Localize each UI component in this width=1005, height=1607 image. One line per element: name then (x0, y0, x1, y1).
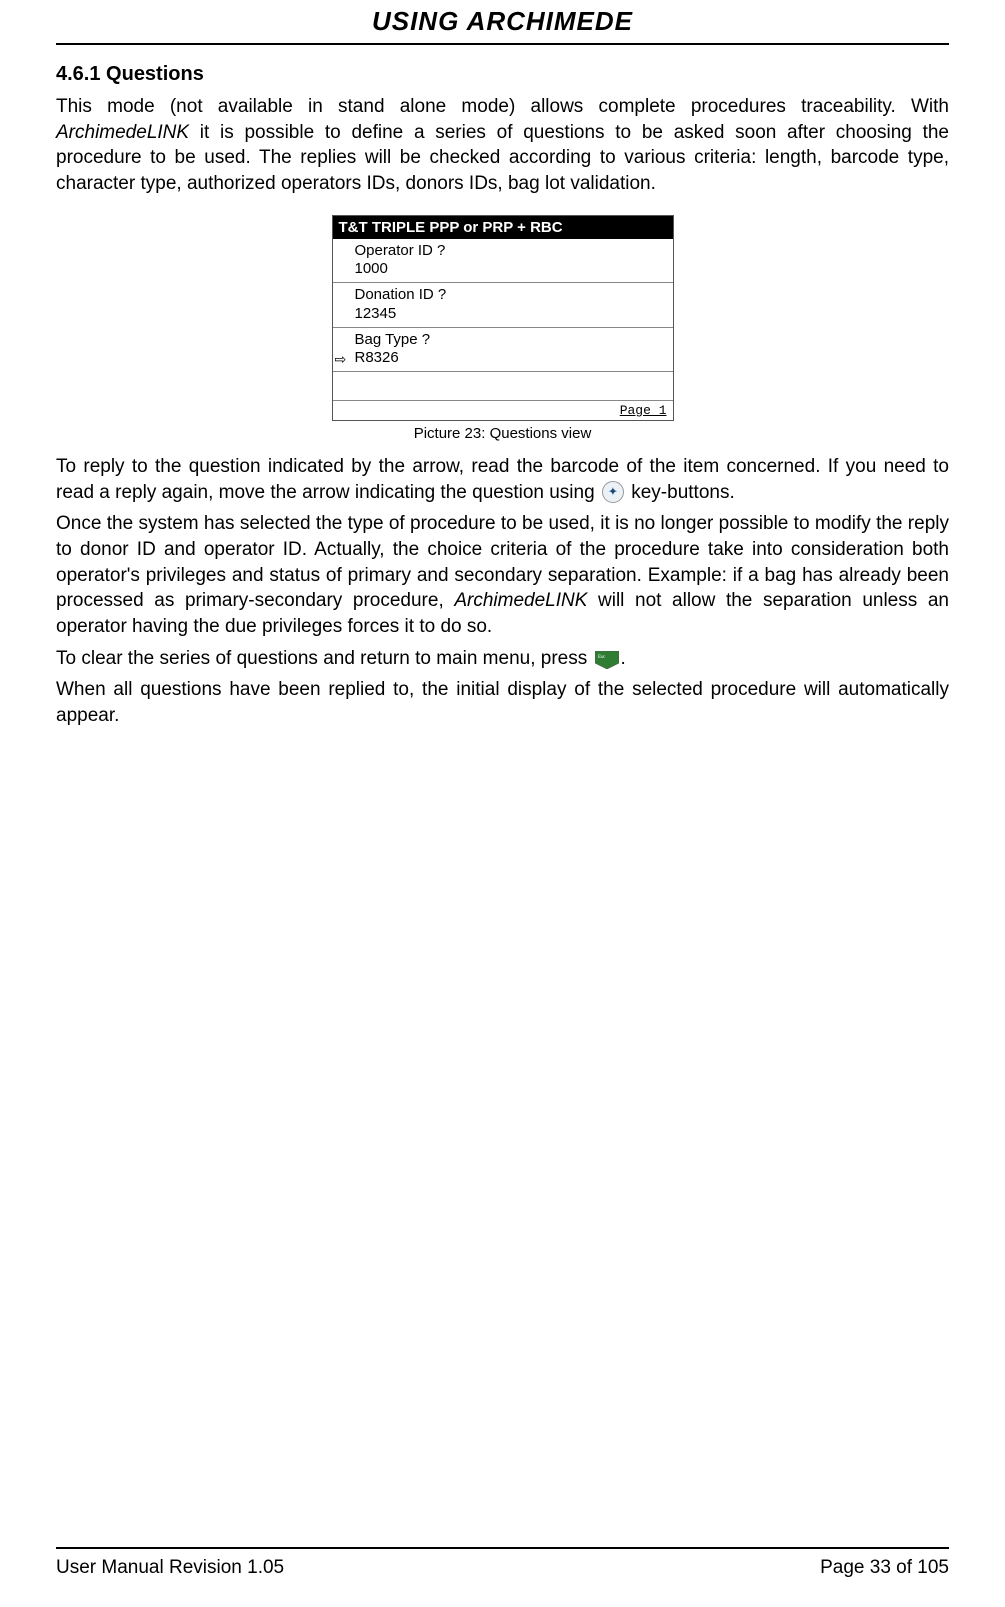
paragraph: Once the system has selected the type of… (56, 511, 949, 639)
paragraph: To clear the series of questions and ret… (56, 646, 949, 672)
qv-row-bagtype: Bag Type ? ⇨ R8326 (333, 328, 673, 372)
figure-caption: Picture 23: Questions view (56, 425, 949, 442)
text: . (621, 648, 626, 669)
text: To clear the series of questions and ret… (56, 648, 593, 669)
qv-titlebar: T&T TRIPLE PPP or PRP + RBC (333, 216, 673, 239)
text: it is possible to define a series of que… (56, 122, 949, 194)
divider (56, 1547, 949, 1549)
qv-row-operator: Operator ID ? 1000 (333, 239, 673, 284)
qv-question: Operator ID ? (355, 242, 446, 259)
qv-question: Donation ID ? (355, 286, 447, 303)
text: key-buttons. (626, 482, 735, 503)
qv-answer: 1000 (355, 260, 388, 277)
qv-blank-area (333, 371, 673, 400)
qv-answer: R8326 (355, 349, 399, 366)
footer-page-number: Page 33 of 105 (820, 1557, 949, 1579)
qv-answer: 12345 (355, 305, 397, 322)
divider (56, 43, 949, 45)
text: To reply to the question indicated by th… (56, 456, 949, 503)
product-name: ArchimedeLINK (56, 122, 189, 143)
page-footer: User Manual Revision 1.05 Page 33 of 105 (56, 1538, 949, 1580)
footer-revision: User Manual Revision 1.05 (56, 1557, 284, 1579)
figure-questions-view: T&T TRIPLE PPP or PRP + RBC Operator ID … (56, 215, 949, 422)
paragraph: This mode (not available in stand alone … (56, 94, 949, 197)
qv-row-donation: Donation ID ? 12345 (333, 283, 673, 328)
arrow-right-icon: ⇨ (335, 351, 347, 369)
paragraph: When all questions have been replied to,… (56, 677, 949, 728)
qv-question: Bag Type ? (355, 331, 431, 348)
page-title: USING ARCHIMEDE (56, 0, 949, 43)
svg-text:Esc: Esc (598, 655, 606, 660)
paragraph: To reply to the question indicated by th… (56, 454, 949, 505)
product-name: ArchimedeLINK (454, 590, 587, 611)
text: This mode (not available in stand alone … (56, 96, 949, 117)
questions-view-screenshot: T&T TRIPLE PPP or PRP + RBC Operator ID … (332, 215, 674, 422)
esc-key-icon: Esc (595, 651, 619, 669)
qv-page-indicator: Page 1 (333, 400, 673, 420)
section-heading: 4.6.1 Questions (56, 63, 949, 86)
navigation-key-icon (602, 481, 624, 503)
